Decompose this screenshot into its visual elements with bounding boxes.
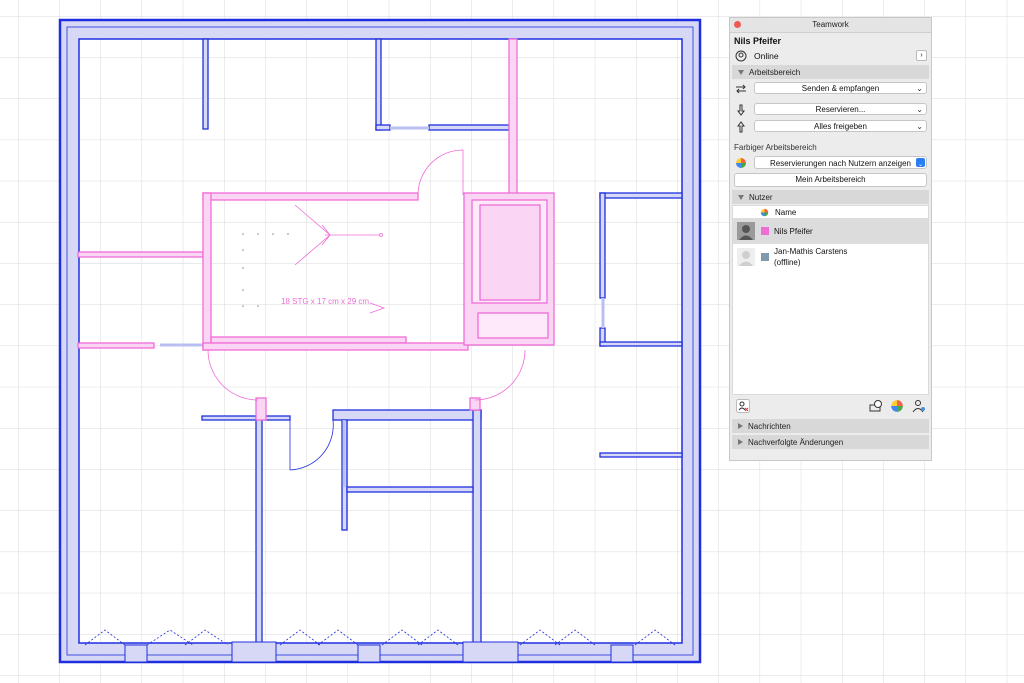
user-settings-icon[interactable] — [912, 399, 926, 413]
disclosure-down-icon — [738, 194, 744, 200]
stair-label: 18 STG x 17 cm x 29 cm — [281, 297, 369, 306]
section-messages-label: Nachrichten — [748, 421, 791, 431]
section-workspace[interactable]: Arbeitsbereich — [732, 65, 929, 79]
color-wheel-icon — [760, 208, 769, 217]
user-color-swatch — [761, 227, 769, 235]
user-list[interactable]: Name Nils Pfeifer Jan-Mathis Carstens (o… — [732, 205, 929, 395]
reserve-row: Reservieren... ⌄ — [730, 101, 931, 118]
color-mode-select[interactable]: Reservierungen nach Nutzern anzeigen ⌃ ⌄ — [754, 156, 927, 169]
send-receive-row: Senden & empfangen ⌄ — [730, 80, 931, 97]
section-users[interactable]: Nutzer — [732, 190, 929, 204]
my-workspace-button[interactable]: Mein Arbeitsbereich — [734, 173, 927, 187]
section-changes-label: Nachverfolgte Änderungen — [748, 437, 844, 447]
disclosure-down-icon — [738, 69, 744, 75]
disclosure-right-icon — [738, 423, 743, 429]
user-list-header[interactable]: Name — [733, 206, 928, 218]
user-row[interactable]: Nils Pfeifer — [733, 218, 928, 244]
color-mode-value: Reservierungen nach Nutzern anzeigen — [770, 159, 911, 168]
send-receive-icon — [736, 84, 746, 94]
user-row[interactable]: Jan-Mathis Carstens (offline) — [733, 244, 928, 270]
reserve-label: Reservieren... — [815, 105, 866, 114]
reserve-button[interactable]: Reservieren... ⌄ — [754, 103, 927, 115]
user-name: Nils Pfeifer — [774, 226, 813, 236]
user-name: Jan-Mathis Carstens — [774, 247, 848, 256]
status-label: Online — [754, 50, 779, 61]
release-arrow-icon — [737, 121, 745, 133]
section-messages[interactable]: Nachrichten — [732, 419, 929, 433]
send-receive-label: Senden & empfangen — [801, 84, 880, 93]
color-wheel-icon — [736, 158, 746, 168]
section-tracked-changes[interactable]: Nachverfolgte Änderungen — [732, 435, 929, 449]
color-wheel-icon[interactable] — [890, 399, 904, 413]
release-all-label: Alles freigeben — [814, 122, 867, 131]
release-row: Alles freigeben ⌄ — [730, 118, 931, 135]
avatar-icon — [737, 248, 755, 266]
palette-titlebar[interactable]: Teamwork — [730, 18, 931, 33]
colored-workspace-label: Farbiger Arbeitsbereich — [734, 143, 817, 152]
chevron-down-icon: ⌄ — [916, 84, 923, 93]
user-toolbar — [730, 395, 931, 417]
user-color-swatch — [761, 253, 769, 261]
disclosure-right-icon — [738, 439, 743, 445]
avatar-icon — [737, 222, 755, 240]
schedule-icon[interactable] — [869, 399, 883, 413]
network-status-icon — [735, 50, 747, 62]
chevron-down-icon: ⌄ — [916, 105, 923, 114]
stepper-icon: ⌃ ⌄ — [916, 157, 925, 168]
close-icon[interactable] — [734, 21, 741, 28]
color-mode-row: Reservierungen nach Nutzern anzeigen ⌃ ⌄ — [730, 154, 931, 171]
section-users-label: Nutzer — [749, 192, 773, 202]
column-name-label: Name — [775, 207, 797, 217]
teamwork-palette[interactable]: Teamwork Nils Pfeifer Online › Arbeitsbe… — [729, 17, 932, 461]
status-row[interactable]: Online › — [730, 47, 931, 64]
section-workspace-label: Arbeitsbereich — [749, 67, 801, 77]
release-all-button[interactable]: Alles freigeben ⌄ — [754, 120, 927, 132]
send-receive-button[interactable]: Senden & empfangen ⌄ — [754, 82, 927, 94]
status-chevron-icon[interactable]: › — [916, 50, 927, 61]
palette-title: Teamwork — [812, 20, 849, 29]
user-status: (offline) — [774, 258, 801, 267]
current-user-name: Nils Pfeifer — [734, 36, 782, 46]
remove-user-icon[interactable] — [736, 399, 750, 413]
reserve-arrow-icon — [737, 104, 745, 116]
chevron-down-icon: ⌄ — [916, 122, 923, 131]
